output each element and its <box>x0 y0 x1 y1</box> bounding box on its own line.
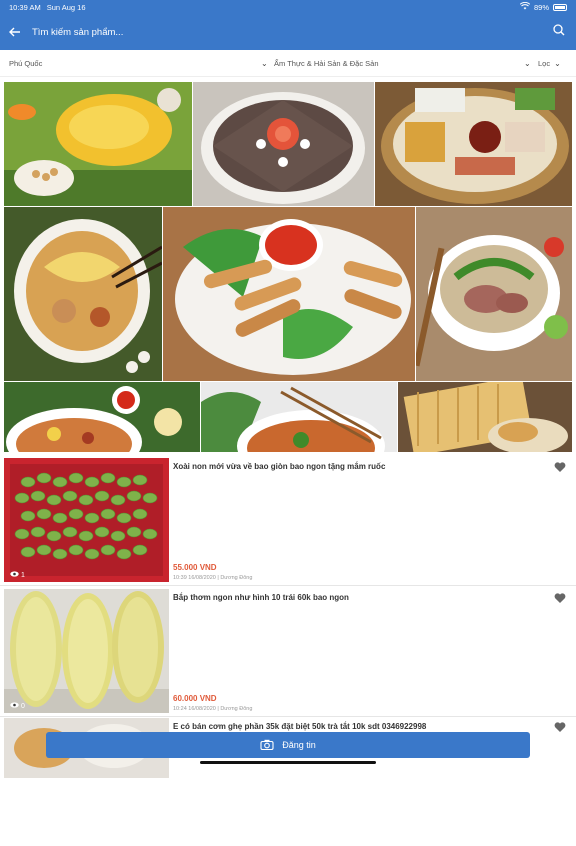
listing-item[interactable]: 0 Bắp thơm ngon như hình 10 trái 60k bao… <box>0 587 576 717</box>
heart-icon[interactable] <box>554 720 566 732</box>
listing-meta: 10:24 16/08/2020 | Dương Đông <box>173 706 253 712</box>
filter-bar: Phú Quốc ⌄ Ẩm Thực & Hải Sản & Đặc Sản ⌄… <box>0 50 576 77</box>
post-listing-label: Đăng tin <box>282 740 316 750</box>
listing-thumbnail: 1 <box>4 458 169 582</box>
banner-photo-banh-trang <box>398 382 572 452</box>
category-value: Ẩm Thực & Hải Sản & Đặc Sản <box>274 59 379 68</box>
back-button[interactable] <box>0 14 30 50</box>
arrow-left-icon <box>9 24 21 40</box>
category-select[interactable]: Ẩm Thực & Hải Sản & Đặc Sản ⌄ <box>274 50 531 77</box>
banner-photo-banh-xeo <box>4 82 192 206</box>
listing-price: 55.000 VND <box>173 563 217 572</box>
battery-icon <box>553 3 567 11</box>
category-banner[interactable] <box>4 82 572 452</box>
search-header: Tìm kiếm sản phẩm... <box>0 14 576 50</box>
listing-title[interactable]: Bắp thơm ngon như hình 10 trái 60k bao n… <box>173 593 349 602</box>
banner-photo-mi-quang <box>4 207 162 381</box>
chevron-down-icon: ⌄ <box>261 59 268 68</box>
listing-price: 60.000 VND <box>173 694 217 703</box>
heart-icon[interactable] <box>554 591 566 603</box>
listing-item[interactable]: 1 Xoài non mới vừa về bao giòn bao ngon … <box>0 456 576 586</box>
post-listing-button[interactable]: Đăng tin <box>46 732 530 758</box>
listing-time: 10:24 16/08/2020 <box>173 706 216 712</box>
eye-icon <box>10 702 19 710</box>
banner-photo-bun-bo <box>201 382 397 452</box>
listing-location: Dương Đông <box>220 706 253 712</box>
view-count: 1 <box>10 571 25 579</box>
listing-title[interactable]: Xoài non mới vừa về bao giòn bao ngon tặ… <box>173 462 385 471</box>
search-icon <box>553 23 565 41</box>
banner-photo-gio-thu <box>193 82 374 206</box>
view-count: 0 <box>10 702 25 710</box>
view-count-value: 1 <box>21 571 25 579</box>
banner-photo-nem-ran <box>163 207 415 381</box>
battery-percent: 89% <box>533 2 549 12</box>
listing-thumbnail: 0 <box>4 589 169 713</box>
heart-icon[interactable] <box>554 460 566 472</box>
wifi-icon <box>519 1 531 12</box>
view-count-value: 0 <box>21 702 25 710</box>
status-date: Sun Aug 16 <box>46 2 86 12</box>
location-value: Phú Quốc <box>9 59 43 68</box>
listing-location: Dương Đông <box>220 575 253 581</box>
listing-title[interactable]: E có bán cơm ghẹ phần 35k đặt biệt 50k t… <box>173 722 426 731</box>
search-button[interactable] <box>542 14 576 50</box>
status-bar: 10:39 AM Sun Aug 16 89% <box>0 0 576 14</box>
filter-label: Lọc <box>538 59 551 68</box>
chevron-down-icon: ⌄ <box>554 59 561 68</box>
listing-time: 10:39 16/08/2020 <box>173 575 216 581</box>
status-right: 89% <box>519 1 567 12</box>
listing-meta: 10:39 16/08/2020 | Dương Đông <box>173 575 253 581</box>
location-select[interactable]: Phú Quốc ⌄ <box>9 50 268 77</box>
banner-photo-bun-rieu <box>4 382 200 452</box>
eye-icon <box>10 571 19 579</box>
chevron-down-icon: ⌄ <box>524 59 531 68</box>
search-input[interactable]: Tìm kiếm sản phẩm... <box>30 27 542 38</box>
banner-photo-bun-dau <box>375 82 572 206</box>
filter-button[interactable]: Lọc ⌄ <box>538 50 561 77</box>
camera-icon <box>260 739 274 752</box>
banner-photo-pho <box>416 207 572 381</box>
status-time: 10:39 AM <box>9 2 41 12</box>
home-indicator[interactable] <box>200 761 376 764</box>
